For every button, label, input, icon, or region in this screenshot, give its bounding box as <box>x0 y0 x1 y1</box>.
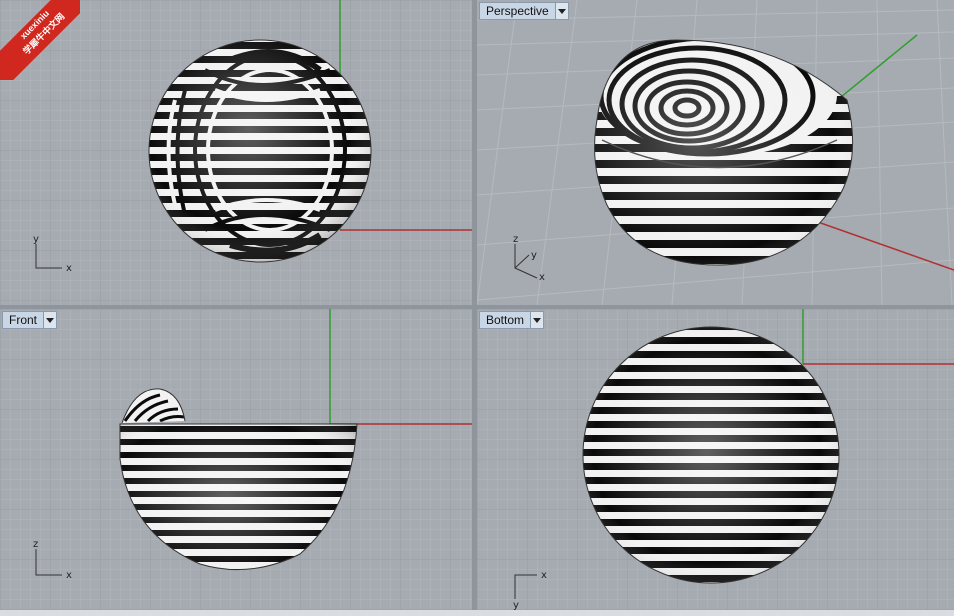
viewport-title-tab[interactable]: Perspective <box>479 2 569 20</box>
top-scene: y x <box>0 0 472 305</box>
bottom-scene: x y <box>477 309 954 610</box>
viewport-title-tab[interactable]: Front <box>2 311 58 329</box>
viewport-perspective[interactable]: z y x Perspective <box>477 0 954 305</box>
viewport-front[interactable]: z x Front <box>0 309 472 610</box>
gizmo-z-label: z <box>33 539 38 550</box>
gizmo-y-label: y <box>531 250 537 261</box>
status-strip <box>0 610 954 616</box>
chevron-down-icon[interactable] <box>530 312 544 328</box>
viewport-bottom[interactable]: x y Bottom <box>477 309 954 610</box>
gizmo-x-label: x <box>66 263 72 274</box>
gizmo-x-label: x <box>66 570 72 581</box>
gizmo-y-label: y <box>513 600 519 610</box>
perspective-scene: z y x <box>477 0 954 305</box>
viewport-top[interactable]: y x xuexiniu 学犀牛中文网 <box>0 0 472 305</box>
viewport-title-tab[interactable]: Bottom <box>479 311 545 329</box>
chevron-down-icon[interactable] <box>554 3 568 19</box>
gizmo-z-label: z <box>513 234 518 245</box>
gizmo-x-label: x <box>539 272 545 283</box>
viewport-title[interactable]: Perspective <box>480 3 555 19</box>
gizmo-y-label: y <box>33 234 39 245</box>
gizmo-x-label: x <box>541 570 547 581</box>
viewport-title[interactable]: Bottom <box>480 312 530 328</box>
viewport-title[interactable]: Front <box>3 312 43 328</box>
front-scene: z x <box>0 309 472 610</box>
chevron-down-icon[interactable] <box>43 312 57 328</box>
